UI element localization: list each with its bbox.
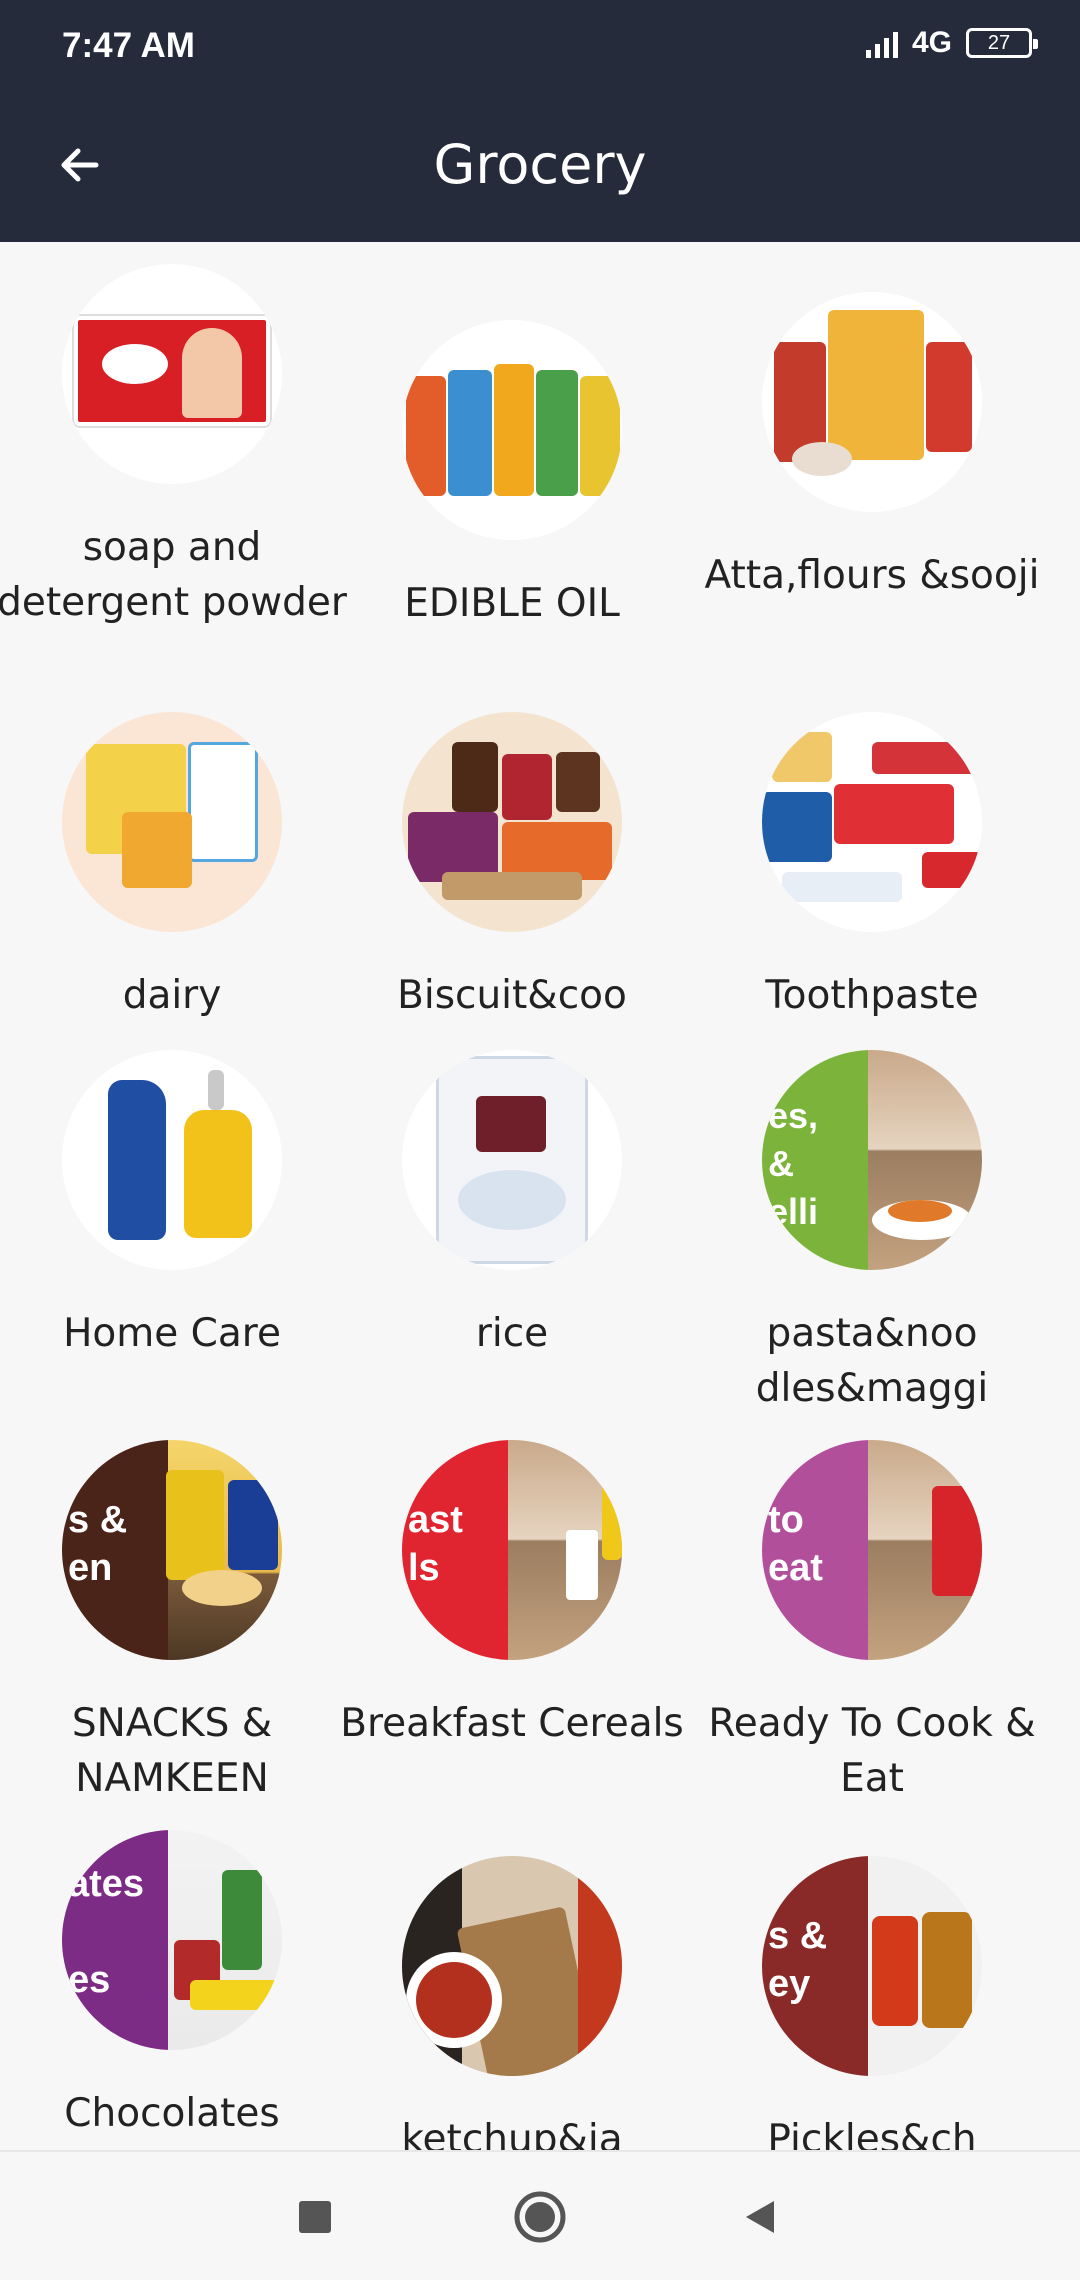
- battery-icon: 27: [966, 28, 1038, 58]
- toothpaste-thumbnail: [762, 712, 982, 932]
- home-care-thumbnail: [62, 1050, 282, 1270]
- home-circle-icon: [514, 2191, 566, 2243]
- category-edible-oil[interactable]: EDIBLE OIL: [332, 320, 692, 631]
- category-snacks-namkeen[interactable]: s & en SNACKS & NAMKEEN: [0, 1440, 352, 1806]
- pasta-thumbnail: es, & elli: [762, 1050, 982, 1270]
- breakfast-thumbnail: ast ls: [402, 1440, 622, 1660]
- category-label: Pickles&ch: [767, 2117, 977, 2150]
- category-label: Chocolates: [64, 2091, 280, 2136]
- atta-thumbnail: [762, 292, 982, 512]
- snacks-thumbnail: s & en: [62, 1440, 282, 1660]
- system-navigation-bar: [0, 2150, 1080, 2280]
- category-label: SNACKS & NAMKEEN: [71, 1701, 273, 1801]
- ready-to-cook-thumbnail: to eat: [762, 1440, 982, 1660]
- thumbnail-overlay-text: ast ls: [408, 1499, 463, 1589]
- category-label: Home Care: [63, 1311, 281, 1356]
- category-biscuits-cookies[interactable]: Biscuit&coo: [332, 712, 692, 1023]
- page-title: Grocery: [433, 133, 647, 196]
- category-label: Toothpaste: [765, 973, 979, 1018]
- home-button[interactable]: [505, 2182, 575, 2252]
- category-label: ketchup&ja: [401, 2117, 623, 2150]
- category-dairy[interactable]: dairy: [0, 712, 352, 1023]
- ketchup-thumbnail: [402, 1856, 622, 2076]
- status-indicators: 4G 27: [865, 26, 1038, 60]
- category-pickles[interactable]: s & ey Pickles&ch: [692, 1856, 1052, 2150]
- thumbnail-overlay-text: es, & elli: [768, 1095, 819, 1232]
- category-chocolates[interactable]: ates es Chocolates: [0, 1830, 352, 2141]
- thumbnail-overlay-text: s & ey: [768, 1915, 828, 2005]
- chocolates-thumbnail: ates es: [62, 1830, 282, 2050]
- battery-level: 27: [987, 31, 1011, 54]
- category-label: Breakfast Cereals: [340, 1701, 684, 1746]
- category-label: Biscuit&coo: [397, 973, 627, 1018]
- back-nav-button[interactable]: [725, 2182, 795, 2252]
- category-label: rice: [475, 1311, 549, 1356]
- category-label: dairy: [122, 973, 222, 1018]
- category-ready-to-cook[interactable]: to eat Ready To Cook & Eat: [692, 1440, 1052, 1806]
- status-time: 7:47 AM: [62, 26, 195, 65]
- biscuits-thumbnail: [402, 712, 622, 932]
- thumbnail-overlay-text: ates es: [68, 1863, 145, 2001]
- signal-icon: [865, 28, 898, 58]
- category-label: soap and detergent powder: [0, 525, 347, 625]
- category-grid: soap and detergent powder EDIBLE OIL Att…: [0, 242, 1080, 2150]
- pickles-thumbnail: s & ey: [762, 1856, 982, 2076]
- dairy-thumbnail: [62, 712, 282, 932]
- category-toothpaste[interactable]: Toothpaste: [692, 712, 1052, 1023]
- category-rice[interactable]: rice: [332, 1050, 692, 1361]
- category-pasta-noodles[interactable]: es, & elli pasta&noo dles&maggi: [692, 1050, 1052, 1416]
- category-breakfast-cereals[interactable]: ast ls Breakfast Cereals: [332, 1440, 692, 1751]
- category-ketchup-jam[interactable]: ketchup&ja: [332, 1856, 692, 2150]
- category-label: Atta,flours &sooji: [704, 553, 1040, 598]
- category-label: Ready To Cook & Eat: [708, 1701, 1036, 1801]
- category-soap-detergent[interactable]: soap and detergent powder: [0, 264, 352, 630]
- recents-square-icon: [299, 2201, 331, 2233]
- back-triangle-icon: [746, 2201, 774, 2233]
- thumbnail-overlay-text: s & en: [68, 1499, 128, 1589]
- recents-button[interactable]: [280, 2182, 350, 2252]
- network-type: 4G: [911, 26, 952, 59]
- status-bar: 7:47 AM 4G 27: [0, 0, 1080, 95]
- app-bar: Grocery: [0, 95, 1080, 242]
- soap-thumbnail: [62, 264, 282, 484]
- category-label: pasta&noo dles&maggi: [755, 1311, 989, 1411]
- category-home-care[interactable]: Home Care: [0, 1050, 352, 1361]
- thumbnail-overlay-text: to eat: [768, 1499, 823, 1589]
- rice-thumbnail: [402, 1050, 622, 1270]
- category-label: EDIBLE OIL: [404, 581, 620, 626]
- category-atta-flours[interactable]: Atta,flours &sooji: [692, 292, 1052, 603]
- edible-oil-thumbnail: [402, 320, 622, 540]
